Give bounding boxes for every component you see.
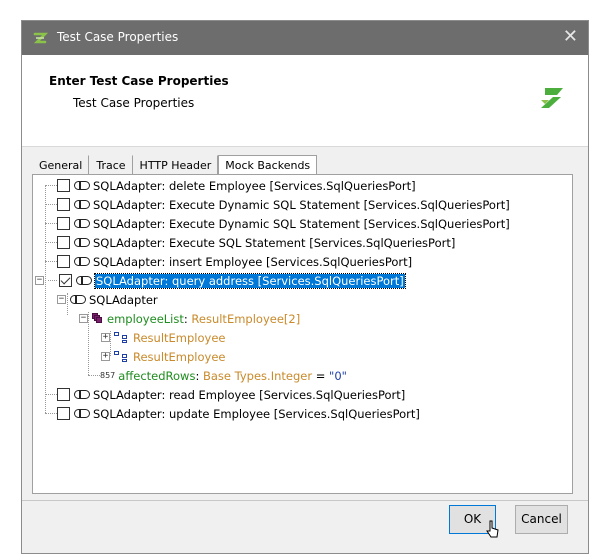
- tree-line: [45, 261, 57, 262]
- field-equals: =: [312, 368, 330, 383]
- header-panel: Enter Test Case Properties Test Case Pro…: [22, 55, 588, 147]
- checkbox[interactable]: [57, 388, 70, 401]
- tree-item[interactable]: SQLAdapter: insert Employee [Services.Sq…: [57, 252, 412, 271]
- tree-node-result-employee[interactable]: + ResultEmployee: [101, 347, 226, 366]
- brand-logo-icon: [541, 88, 563, 108]
- tree-item-label: SQLAdapter: Execute Dynamic SQL Statemen…: [93, 197, 510, 212]
- mouse-cursor-icon: [486, 520, 499, 538]
- adapter-pill-icon: [74, 409, 90, 418]
- collapse-toggle[interactable]: −: [35, 276, 44, 285]
- object-struct-icon: [114, 350, 130, 363]
- tree-item-label: SQLAdapter: Execute Dynamic SQL Statemen…: [93, 216, 510, 231]
- tree-line: [45, 413, 57, 414]
- tree-item[interactable]: SQLAdapter: Execute Dynamic SQL Statemen…: [57, 214, 510, 233]
- tree-item-selected[interactable]: − SQLAdapter: query address [Services.Sq…: [35, 271, 406, 290]
- tree-line: [45, 242, 57, 243]
- adapter-pill-icon: [76, 276, 92, 285]
- tree-node-result-employee[interactable]: + ResultEmployee: [101, 328, 226, 347]
- collapse-toggle[interactable]: −: [79, 314, 88, 323]
- adapter-pill-icon: [74, 181, 90, 190]
- field-type: ResultEmployee: [133, 349, 226, 364]
- window-title: Test Case Properties: [57, 30, 179, 44]
- checkbox[interactable]: [57, 179, 70, 192]
- title-bar: Test Case Properties ✕: [22, 21, 588, 55]
- tree-node-employee-list[interactable]: − employeeList : ResultEmployee[2]: [79, 309, 300, 328]
- tree-line: [45, 204, 57, 205]
- tab-general[interactable]: General: [32, 155, 90, 175]
- tree-item-label: SQLAdapter: query address [Services.SqlQ…: [94, 272, 406, 289]
- test-case-properties-dialog: Test Case Properties ✕ Enter Test Case P…: [21, 20, 589, 554]
- checkbox[interactable]: [57, 407, 70, 420]
- tree-item-label: SQLAdapter: Execute SQL Statement [Servi…: [93, 235, 456, 250]
- cancel-button[interactable]: Cancel: [515, 505, 568, 534]
- field-type: ResultEmployee: [133, 330, 226, 345]
- field-type: Base Types.Integer: [202, 368, 313, 383]
- tree-node-label: SQLAdapter: [89, 292, 158, 307]
- field-name: employeeList: [107, 311, 184, 326]
- field-separator: :: [195, 368, 203, 383]
- tree-line: [45, 185, 46, 413]
- mock-backends-tree[interactable]: SQLAdapter: delete Employee [Services.Sq…: [32, 174, 573, 494]
- close-icon[interactable]: ✕: [563, 26, 578, 48]
- tab-http-header[interactable]: HTTP Header: [133, 155, 219, 175]
- tree-item-label: SQLAdapter: update Employee [Services.Sq…: [93, 406, 420, 421]
- tree-item-label: SQLAdapter: delete Employee [Services.Sq…: [93, 178, 416, 193]
- tree-node-affected-rows[interactable]: 857 affectedRows : Base Types.Integer = …: [100, 366, 347, 385]
- expand-toggle[interactable]: +: [101, 333, 110, 342]
- tree-item-label: SQLAdapter: read Employee [Services.SqlQ…: [93, 387, 406, 402]
- tree-node-sqladapter[interactable]: − SQLAdapter: [57, 290, 158, 309]
- header-title: Enter Test Case Properties: [49, 74, 229, 88]
- app-logo-icon: [33, 32, 48, 44]
- tab-strip: General Trace HTTP Header Mock Backends: [32, 155, 318, 175]
- object-struct-icon: [114, 331, 130, 344]
- field-value: "0": [329, 368, 347, 383]
- adapter-pill-icon: [74, 390, 90, 399]
- collapse-toggle[interactable]: −: [57, 295, 66, 304]
- checkbox[interactable]: [57, 198, 70, 211]
- tree-line: [45, 223, 57, 224]
- tree-line: [88, 375, 100, 376]
- tree-item[interactable]: SQLAdapter: delete Employee [Services.Sq…: [57, 176, 416, 195]
- adapter-pill-icon: [74, 257, 90, 266]
- footer-divider: [22, 500, 588, 501]
- tree-line: [45, 185, 57, 186]
- field-type: ResultEmployee[2]: [191, 311, 301, 326]
- tab-mock-backends[interactable]: Mock Backends: [218, 155, 318, 175]
- tree-item-label: SQLAdapter: insert Employee [Services.Sq…: [93, 254, 413, 269]
- checkbox-checked[interactable]: [59, 274, 72, 287]
- tree-item[interactable]: SQLAdapter: Execute Dynamic SQL Statemen…: [57, 195, 510, 214]
- tree-line: [45, 394, 57, 395]
- checkbox[interactable]: [57, 236, 70, 249]
- tree-item[interactable]: SQLAdapter: update Employee [Services.Sq…: [57, 404, 420, 423]
- field-separator: :: [183, 311, 192, 326]
- tree-item[interactable]: SQLAdapter: read Employee [Services.SqlQ…: [57, 385, 405, 404]
- tree-line: [48, 280, 57, 281]
- tab-trace[interactable]: Trace: [89, 155, 133, 175]
- field-name: affectedRows: [118, 368, 196, 383]
- checkbox[interactable]: [57, 255, 70, 268]
- stack-list-icon: [92, 313, 103, 324]
- integer-type-icon: 857: [100, 371, 116, 380]
- header-subtitle: Test Case Properties: [73, 96, 195, 110]
- adapter-pill-icon: [74, 238, 90, 247]
- adapter-pill-icon: [70, 295, 86, 304]
- expand-toggle[interactable]: +: [101, 352, 110, 361]
- adapter-pill-icon: [74, 200, 90, 209]
- adapter-pill-icon: [74, 219, 90, 228]
- tree-item[interactable]: SQLAdapter: Execute SQL Statement [Servi…: [57, 233, 455, 252]
- checkbox[interactable]: [57, 217, 70, 230]
